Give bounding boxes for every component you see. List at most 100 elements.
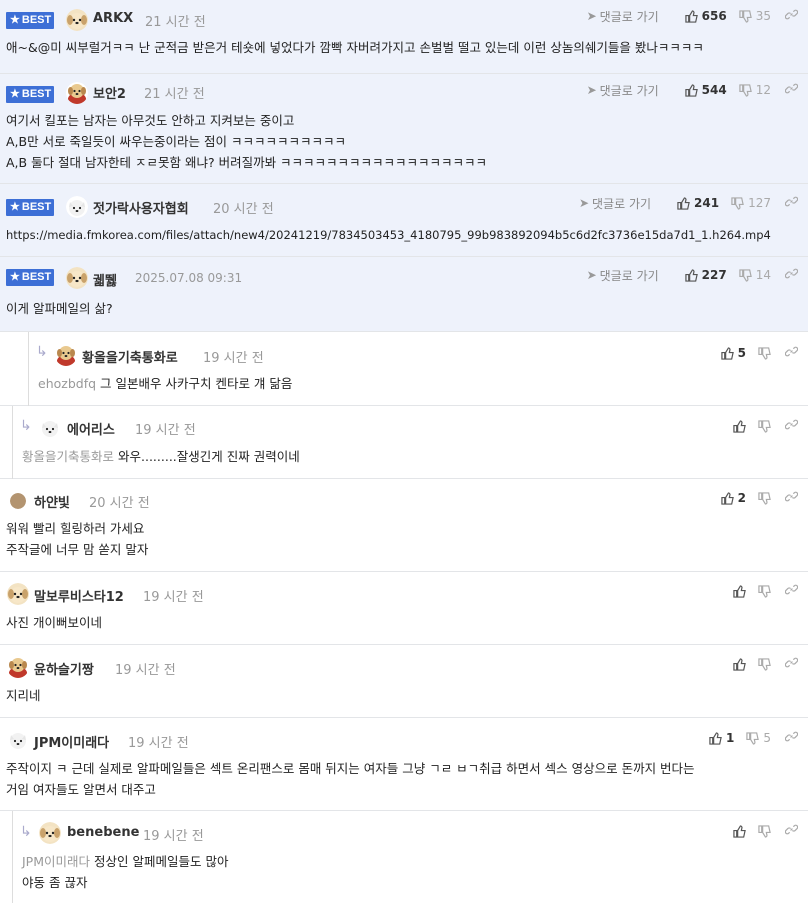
link-icon[interactable]: [784, 8, 799, 24]
downvote-button[interactable]: [758, 491, 771, 505]
comment-author[interactable]: 궯뛣: [93, 270, 117, 289]
avatar[interactable]: [7, 583, 29, 605]
comment-time: 20 시간 전: [213, 202, 274, 217]
avatar[interactable]: [55, 344, 77, 366]
comment-actions: [721, 583, 799, 599]
comment-time: 19 시간 전: [143, 590, 204, 605]
comment-author[interactable]: 하얀빛: [34, 492, 70, 511]
upvote-button[interactable]: 656: [684, 9, 727, 23]
avatar[interactable]: [7, 729, 29, 751]
downvote-button[interactable]: 14: [739, 268, 771, 282]
upvote-button[interactable]: [733, 584, 746, 598]
thumbs-down-icon: [739, 9, 752, 23]
comment-author[interactable]: 에어리스: [67, 419, 115, 438]
upvote-button[interactable]: 544: [684, 83, 727, 97]
downvote-button[interactable]: [758, 419, 771, 433]
upvote-button[interactable]: [733, 657, 746, 671]
link-icon[interactable]: [784, 267, 799, 283]
link-icon[interactable]: [784, 583, 799, 599]
downvote-button[interactable]: 5: [746, 731, 771, 745]
goto-reply-link[interactable]: ➤ 댓글로 가기: [587, 267, 659, 284]
upvote-button[interactable]: [733, 824, 746, 838]
downvote-button[interactable]: 35: [739, 9, 771, 23]
reply-arrow-icon: ↳: [36, 344, 48, 360]
thumbs-down-icon: [731, 196, 744, 210]
thumbs-up-icon: [709, 731, 722, 745]
star-icon: ★: [10, 271, 20, 283]
link-icon[interactable]: [784, 490, 799, 506]
link-icon[interactable]: [784, 345, 799, 361]
video-link[interactable]: https://media.fmkorea.com/files/attach/n…: [6, 225, 771, 246]
downvote-button[interactable]: 12: [739, 83, 771, 97]
comment-author[interactable]: ARKX: [93, 11, 133, 26]
avatar[interactable]: [7, 656, 29, 678]
comment-content: 애~&@미 씨부럴거ㅋㅋ 난 군적금 받은거 테숏에 넣었다가 깜빡 자버려가지…: [6, 40, 704, 55]
mention[interactable]: JPM이미래다: [22, 854, 90, 869]
upvote-button[interactable]: 2: [720, 491, 746, 505]
downvote-button[interactable]: [758, 657, 771, 671]
avatar[interactable]: [39, 417, 61, 439]
comment-actions: [721, 418, 799, 434]
avatar[interactable]: [39, 822, 61, 844]
comment-reply: ↳ 에어리스 19 시간 전 황올을기축통화로 와우.........잘생긴게 진…: [0, 406, 808, 479]
link-icon[interactable]: [784, 823, 799, 839]
upvote-button[interactable]: 241: [677, 196, 719, 210]
mention[interactable]: ehozbdfq: [38, 376, 96, 391]
upvote-count: 2: [737, 491, 746, 505]
link-icon[interactable]: [784, 656, 799, 672]
link-icon[interactable]: [784, 730, 799, 746]
comment-actions: 1 5: [697, 730, 799, 746]
comment-author[interactable]: benebene: [67, 825, 139, 840]
comment-author[interactable]: 젓가락사용자협회: [93, 198, 189, 217]
avatar[interactable]: [10, 493, 26, 509]
thumbs-up-icon: [677, 196, 690, 210]
comment-time: 20 시간 전: [89, 496, 150, 511]
avatar[interactable]: [66, 196, 88, 218]
goto-reply-link[interactable]: ➤ 댓글로 가기: [587, 82, 659, 99]
upvote-count: 656: [701, 9, 727, 23]
link-icon[interactable]: [784, 418, 799, 434]
thumbs-up-icon: [684, 9, 698, 23]
avatar[interactable]: [66, 267, 88, 289]
comment-item: ★ BEST ARKX 21 시간 전 ➤ 댓글로 가기 656 35 애~&@미 …: [0, 0, 808, 74]
thumbs-up-icon: [684, 83, 698, 97]
star-icon: ★: [10, 88, 20, 100]
comment-content: 황올을기축통화로 와우.........잘생긴게 진짜 권력이네: [22, 449, 300, 464]
comment-item: ★ BEST 젓가락사용자협회 20 시간 전 ➤ 댓글로 가기 241 127 h…: [0, 184, 808, 257]
comment-time: 19 시간 전: [128, 736, 189, 751]
thumbs-down-icon: [758, 419, 771, 433]
reply-arrow-icon: ↳: [20, 824, 32, 840]
upvote-button[interactable]: 227: [684, 268, 727, 282]
goto-reply-link[interactable]: ➤ 댓글로 가기: [579, 195, 651, 212]
downvote-button[interactable]: 127: [731, 196, 771, 210]
comment-actions: 5: [709, 345, 799, 361]
comment-item: 하얀빛 20 시간 전 2 워워 빨리 힐링하러 가세요 주작글에 너무 맘 쏟…: [0, 479, 808, 572]
downvote-count: 14: [755, 268, 771, 282]
link-icon[interactable]: [784, 195, 799, 211]
downvote-button[interactable]: [758, 824, 771, 838]
thumbs-down-icon: [758, 491, 771, 505]
comment-time: 21 시간 전: [145, 15, 206, 30]
send-icon: ➤: [586, 83, 597, 97]
avatar[interactable]: [66, 9, 88, 31]
downvote-button[interactable]: [758, 584, 771, 598]
upvote-button[interactable]: [733, 419, 746, 433]
comment-author[interactable]: 윤하슬기짱: [34, 659, 94, 678]
downvote-button[interactable]: [758, 346, 771, 360]
comment-time: 19 시간 전: [115, 663, 176, 678]
avatar[interactable]: [66, 82, 88, 104]
thread-line: [28, 332, 29, 406]
comment-actions: ➤ 댓글로 가기 544 12: [587, 82, 799, 99]
comment-author[interactable]: 말보루비스타12: [34, 586, 124, 605]
comment-author[interactable]: 보안2: [93, 83, 126, 102]
thumbs-up-icon: [720, 491, 734, 505]
mention[interactable]: 황올을기축통화로: [22, 449, 114, 464]
upvote-button[interactable]: 5: [720, 346, 746, 360]
goto-reply-link[interactable]: ➤ 댓글로 가기: [587, 8, 659, 25]
comment-content: 주작이지 ㅋ 근데 실제로 알파메일들은 섹트 온리팬스로 몸매 뒤지는 여자들…: [6, 761, 695, 797]
comment-author[interactable]: JPM이미래다: [34, 732, 109, 751]
comment-author[interactable]: 황올을기축통화로: [82, 347, 178, 366]
upvote-count: 1: [726, 731, 735, 745]
link-icon[interactable]: [784, 82, 799, 98]
upvote-button[interactable]: 1: [709, 731, 734, 745]
